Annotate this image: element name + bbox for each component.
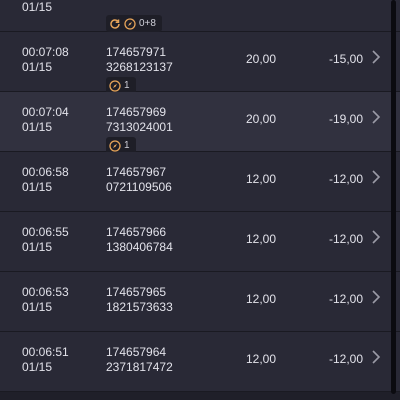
compass-icon [109,79,121,92]
row-datetime: 00:07:04 01/15 [22,105,69,135]
list-item[interactable]: 00:06:53 01/15 174657965 1821573633 12,0… [0,272,400,332]
row-result: -12,00 [328,232,363,246]
row-datetime: 00:06:55 01/15 [22,225,69,255]
row-amount: 20,00 [246,112,277,126]
row-result: -19,00 [328,112,363,126]
row-badge: 0+8 [106,15,162,32]
row-date: 01/15 [22,300,53,314]
row-datetime: 00:06:51 01/15 [22,345,69,375]
row-time: 00:06:51 [22,345,69,359]
row-amount: 12,00 [246,292,277,306]
row-date: 01/15 [22,240,53,254]
row-id-primary: 174657965 [106,285,167,299]
row-date: 01/15 [22,360,53,374]
row-amount: 12,00 [246,172,277,186]
list-item[interactable]: 01/15 0+8 [0,0,400,32]
scrollbar[interactable] [391,0,396,394]
row-time: 00:06:53 [22,285,69,299]
list-item[interactable]: 00:07:04 01/15 174657969 7313024001 1 20… [0,92,400,154]
transaction-list: 01/15 0+8 00:07:08 01/15 174657971 32681… [0,0,400,392]
chevron-right-icon[interactable] [370,349,382,365]
row-time: 00:06:55 [22,225,69,239]
list-item[interactable]: 00:07:08 01/15 174657971 3268123137 1 20… [0,32,400,94]
chevron-right-icon[interactable] [370,169,382,185]
row-result: -15,00 [328,52,363,66]
chevron-right-icon[interactable] [370,49,382,65]
row-id-secondary: 1380406784 [106,240,173,254]
row-ids: 174657967 0721109506 [106,165,172,195]
row-ids: 0+8 [106,0,162,34]
row-id-primary: 174657971 [106,45,167,59]
chevron-right-icon[interactable] [370,229,382,245]
row-id-secondary: 2371817472 [106,360,173,374]
row-date: 01/15 [22,180,53,194]
row-id-secondary: 1821573633 [106,300,173,314]
row-id-primary: 174657966 [106,225,167,239]
row-id-primary: 174657969 [106,105,167,119]
list-item[interactable]: 00:06:58 01/15 174657967 0721109506 12,0… [0,152,400,212]
row-amount: 12,00 [246,352,277,366]
row-ids: 174657966 1380406784 [106,225,173,255]
row-datetime: 01/15 [22,0,52,15]
list-item[interactable]: 00:06:55 01/15 174657966 1380406784 12,0… [0,212,400,272]
row-time: 00:07:04 [22,105,69,119]
chevron-right-icon[interactable] [370,109,382,125]
row-datetime: 00:06:58 01/15 [22,165,69,195]
row-date: 01/15 [22,0,53,14]
row-ids: 174657964 2371817472 [106,345,173,375]
chevron-right-icon[interactable] [370,289,382,305]
badge-count: 1 [124,80,130,91]
badge-count: 1 [124,140,130,151]
row-time: 00:07:08 [22,45,69,59]
row-datetime: 00:07:08 01/15 [22,45,69,75]
row-id-primary: 174657967 [106,165,167,179]
row-id-primary: 174657964 [106,345,167,359]
list-item[interactable]: 00:06:51 01/15 174657964 2371817472 12,0… [0,332,400,392]
row-amount: 20,00 [246,52,277,66]
row-id-secondary: 0721109506 [106,180,172,194]
row-date: 01/15 [22,120,53,134]
refresh-icon [110,18,120,29]
compass-icon [124,17,136,30]
row-amount: 12,00 [246,232,277,246]
compass-icon [109,139,121,152]
row-result: -12,00 [328,352,363,366]
row-date: 01/15 [22,60,53,74]
badge-count: 0+8 [139,18,156,29]
row-id-secondary: 3268123137 [106,60,173,74]
row-time: 00:06:58 [22,165,69,179]
row-id-secondary: 7313024001 [106,120,173,134]
row-ids: 174657965 1821573633 [106,285,173,315]
row-ids: 174657971 3268123137 1 [106,45,173,96]
row-result: -12,00 [328,292,363,306]
row-datetime: 00:06:53 01/15 [22,285,69,315]
row-result: -12,00 [328,172,363,186]
row-ids: 174657969 7313024001 1 [106,105,173,156]
